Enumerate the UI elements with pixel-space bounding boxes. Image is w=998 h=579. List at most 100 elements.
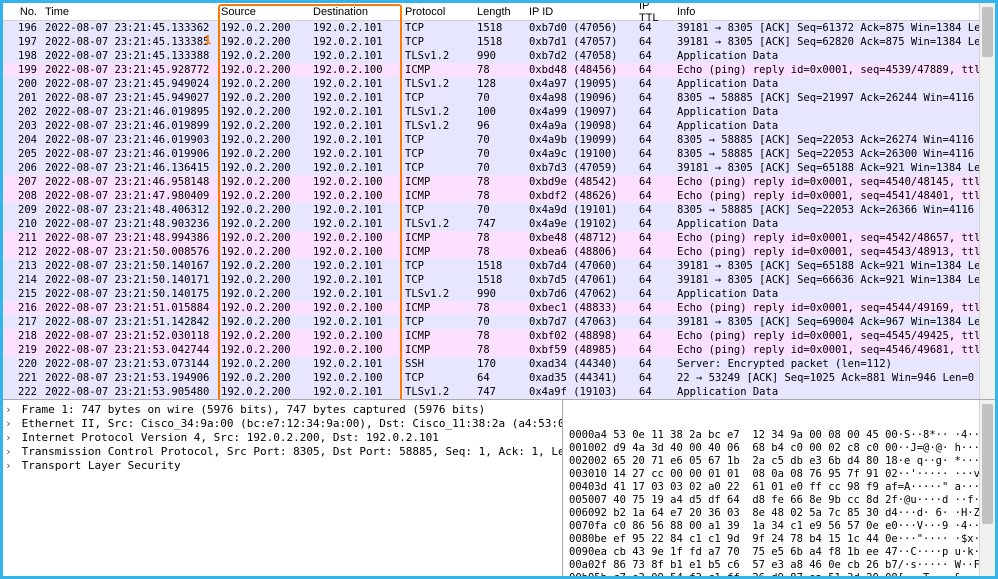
hex-offset: 00b0 (569, 572, 594, 576)
packet-row[interactable]: 2102022-08-07 23:21:48.903236192.0.2.200… (3, 217, 979, 231)
cell-destination: 192.0.2.100 (309, 330, 401, 342)
cell-no: 212 (3, 246, 41, 258)
col-header-info[interactable]: Info (673, 4, 995, 20)
cell-protocol: TCP (401, 260, 473, 272)
cell-destination: 192.0.2.101 (309, 218, 401, 230)
packet-row[interactable]: 2112022-08-07 23:21:48.994386192.0.2.200… (3, 231, 979, 245)
packet-row[interactable]: 2152022-08-07 23:21:50.140175192.0.2.200… (3, 287, 979, 301)
cell-ipttl: 64 (635, 134, 673, 146)
packet-row[interactable]: 2202022-08-07 23:21:53.073144192.0.2.200… (3, 357, 979, 371)
packet-list-pane[interactable]: No. Time Source Destination Protocol Len… (3, 3, 995, 400)
hex-bytes: 2f 86 73 8f b1 e1 b5 c6 57 e3 a8 46 0e c… (594, 559, 897, 572)
cell-destination: 192.0.2.101 (309, 120, 401, 132)
hex-row[interactable]: 0000a4 53 0e 11 38 2a bc e7 12 34 9a 00 … (569, 429, 993, 442)
expand-caret-icon[interactable]: › (5, 459, 15, 473)
hex-row[interactable]: 0090ea cb 43 9e 1f fd a7 70 75 e5 6b a4 … (569, 546, 993, 559)
expand-caret-icon[interactable]: › (5, 417, 15, 431)
cell-destination: 192.0.2.101 (309, 162, 401, 174)
cell-info: Echo (ping) reply id=0x0001, seq=4544/49… (673, 302, 979, 314)
col-header-ipid[interactable]: IP ID (525, 4, 635, 20)
col-header-protocol[interactable]: Protocol (401, 4, 473, 20)
cell-destination: 192.0.2.101 (309, 386, 401, 398)
cell-time: 2022-08-07 23:21:48.406312 (41, 204, 217, 216)
packet-row[interactable]: 2122022-08-07 23:21:50.008576192.0.2.200… (3, 245, 979, 259)
packet-row[interactable]: 2222022-08-07 23:21:53.905480192.0.2.200… (3, 385, 979, 399)
cell-source: 192.0.2.200 (217, 274, 309, 286)
cell-ipttl: 64 (635, 148, 673, 160)
packet-rows[interactable]: 1962022-08-07 23:21:45.133362192.0.2.200… (3, 21, 979, 399)
bytes-scrollbar[interactable] (979, 400, 995, 576)
packet-row[interactable]: 2162022-08-07 23:21:51.015884192.0.2.200… (3, 301, 979, 315)
packet-bytes-pane[interactable]: 0000a4 53 0e 11 38 2a bc e7 12 34 9a 00 … (563, 400, 995, 576)
cell-no: 220 (3, 358, 41, 370)
packet-row[interactable]: 1982022-08-07 23:21:45.133388192.0.2.200… (3, 49, 979, 63)
packet-row[interactable]: 2062022-08-07 23:21:46.136415192.0.2.200… (3, 161, 979, 175)
hex-row[interactable]: 00403d 41 17 03 03 02 a0 22 61 01 e0 ff … (569, 481, 993, 494)
hex-row[interactable]: 006092 b2 1a 64 e7 20 36 03 8e 48 02 5a … (569, 507, 993, 520)
hex-offset: 0030 (569, 468, 594, 481)
col-header-source[interactable]: Source (217, 4, 309, 20)
packet-row[interactable]: 2172022-08-07 23:21:51.142842192.0.2.200… (3, 315, 979, 329)
packet-row[interactable]: 1992022-08-07 23:21:45.928772192.0.2.200… (3, 63, 979, 77)
packet-row[interactable]: 2052022-08-07 23:21:46.019906192.0.2.200… (3, 147, 979, 161)
packet-row[interactable]: 1972022-08-07 23:21:45.133385192.0.2.200… (3, 35, 979, 49)
cell-info: 22 → 53249 [ACK] Seq=1025 Ack=881 Win=94… (673, 372, 979, 384)
cell-time: 2022-08-07 23:21:46.019899 (41, 120, 217, 132)
packet-row[interactable]: 2192022-08-07 23:21:53.042744192.0.2.200… (3, 343, 979, 357)
packet-row[interactable]: 2032022-08-07 23:21:46.019899192.0.2.200… (3, 119, 979, 133)
cell-destination: 192.0.2.101 (309, 316, 401, 328)
cell-ipttl: 64 (635, 106, 673, 118)
hex-row[interactable]: 003010 14 27 cc 00 00 01 01 08 0a 08 76 … (569, 468, 993, 481)
hex-row[interactable]: 005007 40 75 19 a4 d5 df 64 d8 fe 66 8e … (569, 494, 993, 507)
tree-item[interactable]: › Frame 1: 747 bytes on wire (5976 bits)… (5, 403, 560, 417)
col-header-no[interactable]: No. (3, 4, 41, 20)
packet-row[interactable]: 2132022-08-07 23:21:50.140167192.0.2.200… (3, 259, 979, 273)
cell-protocol: ICMP (401, 176, 473, 188)
packet-row[interactable]: 2042022-08-07 23:21:46.019903192.0.2.200… (3, 133, 979, 147)
expand-caret-icon[interactable]: › (5, 403, 15, 417)
cell-destination: 192.0.2.101 (309, 358, 401, 370)
cell-time: 2022-08-07 23:21:52.030118 (41, 330, 217, 342)
cell-no: 199 (3, 64, 41, 76)
packet-row[interactable]: 2182022-08-07 23:21:52.030118192.0.2.200… (3, 329, 979, 343)
cell-ipid: 0xb7d4 (47060) (525, 260, 635, 272)
packet-details-pane[interactable]: › Frame 1: 747 bytes on wire (5976 bits)… (3, 400, 563, 576)
cell-info: 8305 → 58885 [ACK] Seq=22053 Ack=26366 W… (673, 204, 979, 216)
hex-row[interactable]: 002002 65 20 71 e6 05 67 1b 2a c5 db e3 … (569, 455, 993, 468)
expand-caret-icon[interactable]: › (5, 445, 15, 459)
tree-item[interactable]: › Ethernet II, Src: Cisco_34:9a:00 (bc:e… (5, 417, 560, 431)
hex-row[interactable]: 001002 d9 4a 3d 40 00 40 06 68 b4 c0 00 … (569, 442, 993, 455)
tree-item[interactable]: › Transmission Control Protocol, Src Por… (5, 445, 560, 459)
packet-list-header[interactable]: No. Time Source Destination Protocol Len… (3, 3, 995, 21)
cell-ipttl: 64 (635, 288, 673, 300)
cell-ipid: 0x4a99 (19097) (525, 106, 635, 118)
packet-row[interactable]: 2092022-08-07 23:21:48.406312192.0.2.200… (3, 203, 979, 217)
packet-row[interactable]: 2072022-08-07 23:21:46.958148192.0.2.200… (3, 175, 979, 189)
tree-item[interactable]: › Transport Layer Security (5, 459, 560, 473)
cell-destination: 192.0.2.101 (309, 92, 401, 104)
cell-info: Application Data (673, 78, 979, 90)
packet-row[interactable]: 2142022-08-07 23:21:50.140171192.0.2.200… (3, 273, 979, 287)
cell-length: 1518 (473, 260, 525, 272)
scrollbar-thumb[interactable] (982, 7, 993, 57)
cell-source: 192.0.2.200 (217, 78, 309, 90)
hex-row[interactable]: 00a02f 86 73 8f b1 e1 b5 c6 57 e3 a8 46 … (569, 559, 993, 572)
expand-caret-icon[interactable]: › (5, 431, 15, 445)
col-header-destination[interactable]: Destination (309, 4, 401, 20)
col-header-length[interactable]: Length (473, 4, 525, 20)
tree-item[interactable]: › Internet Protocol Version 4, Src: 192.… (5, 431, 560, 445)
packet-row[interactable]: 2082022-08-07 23:21:47.980409192.0.2.200… (3, 189, 979, 203)
hex-row[interactable]: 00b05b c7 e3 09 54 f3 c1 ff 26 d9 87 ea … (569, 572, 993, 576)
scrollbar-thumb[interactable] (982, 404, 993, 524)
packet-list-scrollbar[interactable] (979, 3, 995, 399)
packet-row[interactable]: 2002022-08-07 23:21:45.949024192.0.2.200… (3, 77, 979, 91)
packet-row[interactable]: 2022022-08-07 23:21:46.019895192.0.2.200… (3, 105, 979, 119)
cell-length: 70 (473, 162, 525, 174)
hex-bytes: be ef 95 22 84 c1 c1 9d 9f 24 78 b4 15 1… (594, 533, 897, 546)
hex-row[interactable]: 0070fa c0 86 56 88 00 a1 39 1a 34 c1 e9 … (569, 520, 993, 533)
packet-row[interactable]: 2212022-08-07 23:21:53.194906192.0.2.200… (3, 371, 979, 385)
packet-row[interactable]: 1962022-08-07 23:21:45.133362192.0.2.200… (3, 21, 979, 35)
packet-row[interactable]: 2012022-08-07 23:21:45.949027192.0.2.200… (3, 91, 979, 105)
col-header-time[interactable]: Time (41, 4, 217, 20)
hex-row[interactable]: 0080be ef 95 22 84 c1 c1 9d 9f 24 78 b4 … (569, 533, 993, 546)
